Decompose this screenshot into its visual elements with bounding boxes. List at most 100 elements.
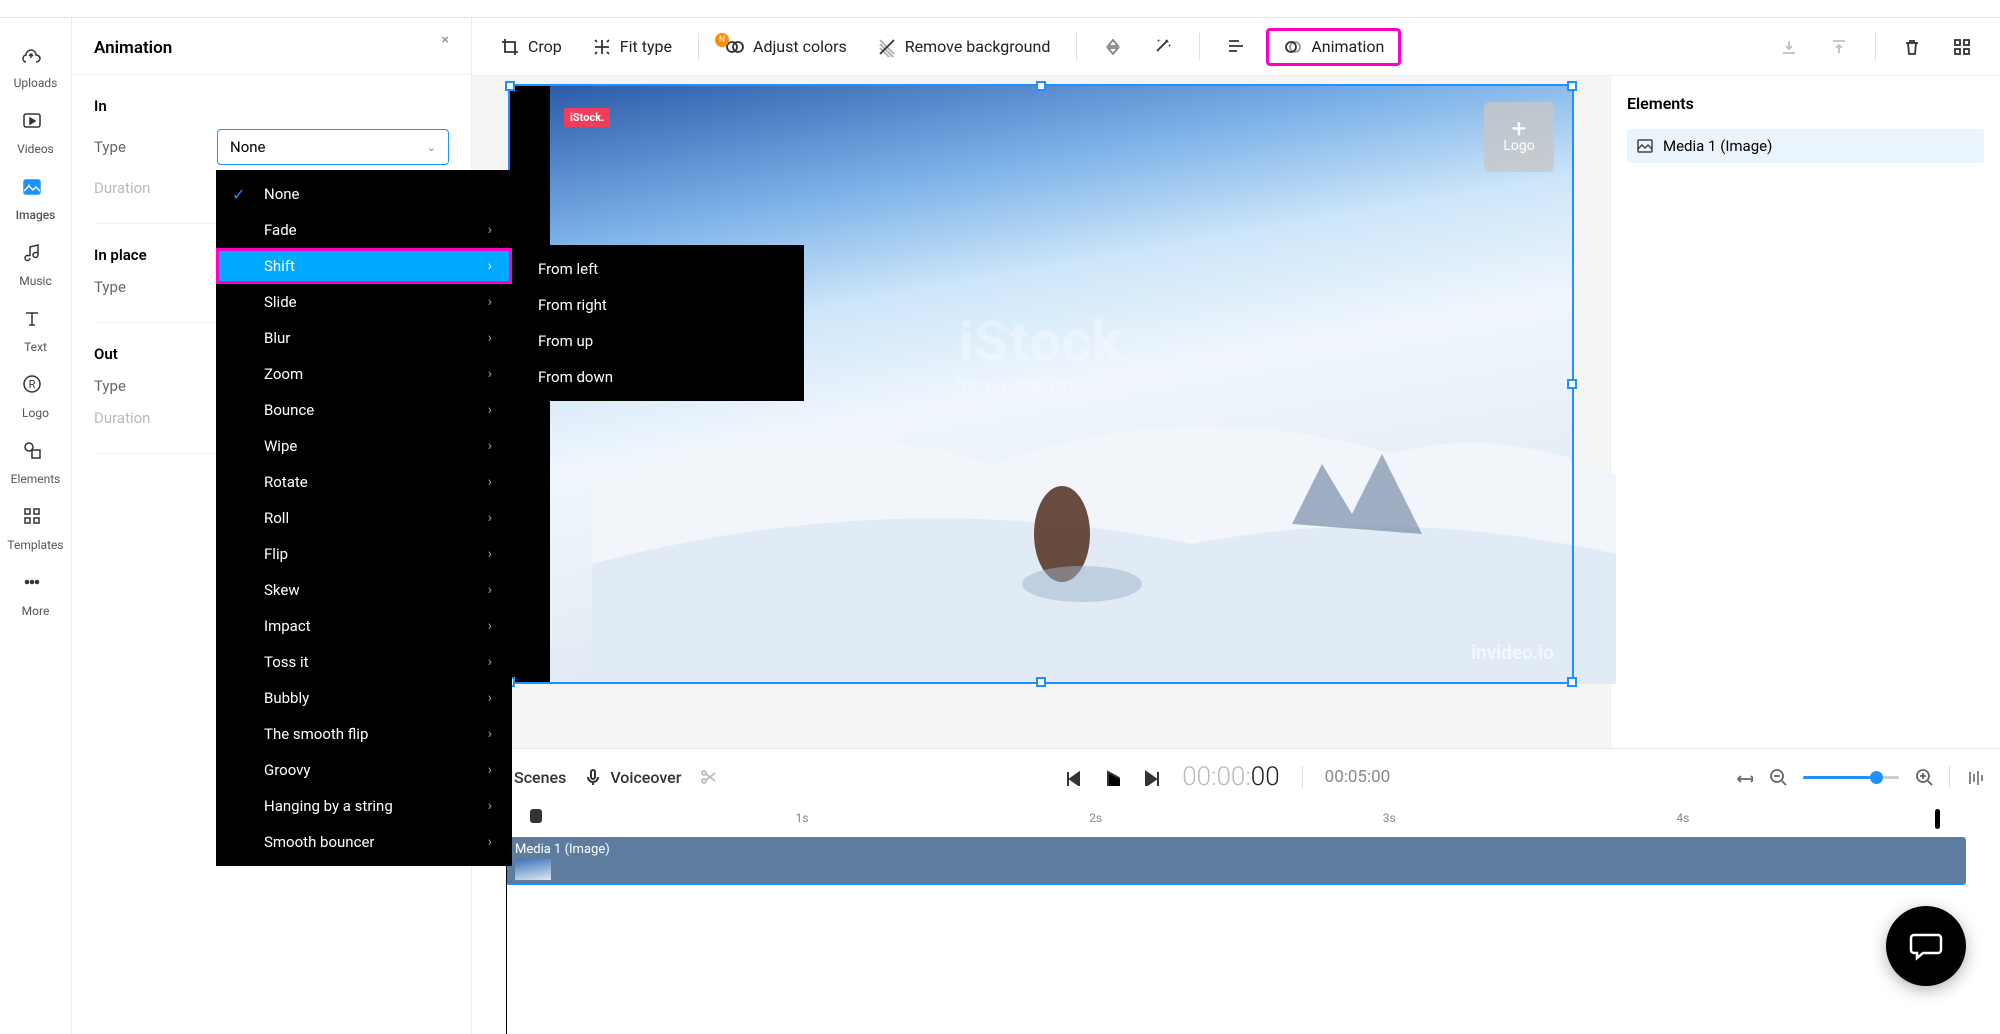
- zoom-out-icon[interactable]: [1769, 768, 1787, 786]
- inplace-type-label: Type: [94, 278, 126, 296]
- rail-templates-label: Templates: [7, 538, 63, 552]
- chevron-right-icon: ›: [488, 294, 492, 310]
- skip-back-icon[interactable]: [1062, 768, 1080, 786]
- zoom-slider[interactable]: [1803, 776, 1899, 779]
- anim-opt-rotate[interactable]: Rotate›: [216, 464, 512, 500]
- chevron-right-icon: ›: [488, 618, 492, 634]
- chevron-right-icon: ›: [488, 546, 492, 562]
- animation-type-dropdown: ✓None Fade› Shift› Slide› Blur› Zoom› Bo…: [216, 170, 512, 866]
- image-icon: [1637, 138, 1653, 154]
- rail-music-label: Music: [19, 274, 51, 288]
- end-marker[interactable]: [1935, 809, 1940, 829]
- bring-forward-button[interactable]: [1769, 31, 1809, 63]
- shift-from-right[interactable]: From right: [512, 287, 804, 323]
- chevron-right-icon: ›: [488, 834, 492, 850]
- anim-opt-hanging[interactable]: Hanging by a string›: [216, 788, 512, 824]
- align-icon: [1226, 37, 1246, 57]
- chat-fab[interactable]: [1886, 906, 1966, 986]
- grid-button[interactable]: [1942, 31, 1982, 63]
- new-badge: N: [715, 33, 729, 47]
- anim-opt-zoom[interactable]: Zoom›: [216, 356, 512, 392]
- voiceover-tab[interactable]: Voiceover: [584, 768, 681, 787]
- anim-opt-wipe[interactable]: Wipe›: [216, 428, 512, 464]
- rail-music[interactable]: Music: [6, 236, 66, 294]
- elements-panel: Elements Media 1 (Image): [1610, 76, 2000, 748]
- anim-opt-bounce[interactable]: Bounce›: [216, 392, 512, 428]
- shapes-icon: [22, 440, 50, 468]
- fit-type-button[interactable]: Fit type: [582, 31, 682, 63]
- chevron-down-icon: ⌄: [427, 141, 436, 154]
- playhead[interactable]: [530, 809, 542, 823]
- anim-opt-slide[interactable]: Slide›: [216, 284, 512, 320]
- anim-opt-groovy[interactable]: Groovy›: [216, 752, 512, 788]
- in-type-value: None: [230, 138, 266, 156]
- templates-icon: [22, 506, 50, 534]
- bring-forward-icon: [1779, 37, 1799, 57]
- send-backward-icon: [1829, 37, 1849, 57]
- in-type-select[interactable]: None ⌄: [217, 129, 449, 165]
- out-type-label: Type: [94, 377, 126, 395]
- tracks-icon[interactable]: [1966, 768, 1984, 786]
- remove-bg-button[interactable]: Remove background: [867, 31, 1061, 63]
- shift-from-up[interactable]: From up: [512, 323, 804, 359]
- shift-from-down[interactable]: From down: [512, 359, 804, 395]
- crop-button[interactable]: Crop: [490, 31, 572, 63]
- trash-icon: [1902, 37, 1922, 57]
- anim-opt-smoothflip[interactable]: The smooth flip›: [216, 716, 512, 752]
- timeline-body[interactable]: 1s 2s 3s 4s Media 1 (Image): [472, 805, 2000, 1034]
- chevron-right-icon: ›: [488, 438, 492, 454]
- fit-timeline-icon[interactable]: [1735, 768, 1753, 786]
- scissors-icon: [699, 768, 717, 786]
- anim-opt-flip[interactable]: Flip›: [216, 536, 512, 572]
- anim-opt-smoothbouncer[interactable]: Smooth bouncer›: [216, 824, 512, 860]
- zoom-in-icon[interactable]: [1915, 768, 1933, 786]
- rail-videos[interactable]: Videos: [6, 104, 66, 162]
- anim-opt-bubbly[interactable]: Bubbly›: [216, 680, 512, 716]
- skip-forward-icon[interactable]: [1142, 768, 1160, 786]
- align-button[interactable]: [1216, 31, 1256, 63]
- element-row-media1[interactable]: Media 1 (Image): [1627, 129, 1984, 163]
- flip-v-button[interactable]: [1093, 31, 1133, 63]
- chevron-right-icon: ›: [488, 222, 492, 238]
- anim-opt-blur[interactable]: Blur›: [216, 320, 512, 356]
- anim-opt-impact[interactable]: Impact›: [216, 608, 512, 644]
- mic-icon: [584, 768, 602, 786]
- rail-templates[interactable]: Templates: [6, 500, 66, 558]
- cut-tool[interactable]: [699, 768, 717, 786]
- left-rail: Uploads Videos Images Music Text R Logo …: [0, 18, 72, 1034]
- rail-elements[interactable]: Elements: [6, 434, 66, 492]
- rail-logo-label: Logo: [22, 406, 49, 420]
- magic-button[interactable]: [1143, 31, 1183, 63]
- shift-from-left[interactable]: From left: [512, 251, 804, 287]
- anim-opt-shift[interactable]: Shift›: [216, 248, 512, 284]
- elements-title: Elements: [1627, 94, 1984, 113]
- rail-more[interactable]: More: [6, 566, 66, 624]
- rail-text[interactable]: Text: [6, 302, 66, 360]
- canvas-area: iStock. + Logo iStock by Getty Images in…: [472, 76, 1610, 748]
- text-icon: [22, 308, 50, 336]
- anim-opt-toss[interactable]: Toss it›: [216, 644, 512, 680]
- music-icon: [22, 242, 50, 270]
- animation-button[interactable]: Animation: [1266, 28, 1401, 66]
- chevron-right-icon: ›: [488, 582, 492, 598]
- anim-opt-skew[interactable]: Skew›: [216, 572, 512, 608]
- anim-opt-none[interactable]: ✓None: [216, 176, 512, 212]
- grid-icon: [1952, 37, 1972, 57]
- delete-button[interactable]: [1892, 31, 1932, 63]
- rail-uploads[interactable]: Uploads: [6, 38, 66, 96]
- close-panel-icon[interactable]: ×: [442, 32, 449, 48]
- send-backward-button[interactable]: [1819, 31, 1859, 63]
- rail-images-label: Images: [16, 208, 56, 222]
- play-icon[interactable]: [1102, 768, 1120, 786]
- anim-opt-fade[interactable]: Fade›: [216, 212, 512, 248]
- timeline-clip[interactable]: Media 1 (Image): [506, 837, 1966, 885]
- rail-logo[interactable]: R Logo: [6, 368, 66, 426]
- timeline-toolbar: Scenes Voiceover 00:00:00 00:05:00: [472, 749, 2000, 805]
- svg-text:R: R: [28, 378, 35, 391]
- anim-opt-roll[interactable]: Roll›: [216, 500, 512, 536]
- chevron-right-icon: ›: [488, 762, 492, 778]
- rail-images[interactable]: Images: [6, 170, 66, 228]
- adjust-colors-button[interactable]: N Adjust colors: [715, 31, 857, 63]
- crop-icon: [500, 37, 520, 57]
- shift-direction-dropdown: From left From right From up From down: [512, 245, 804, 401]
